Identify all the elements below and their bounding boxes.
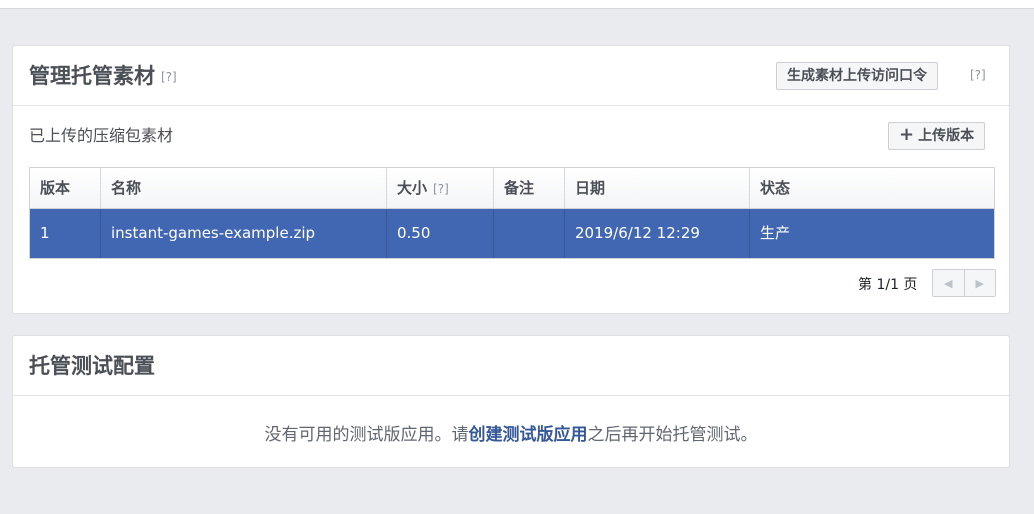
column-header-size[interactable]: 大小 [?]	[387, 168, 494, 208]
table-row[interactable]: 1 instant-games-example.zip 0.50 2019/6/…	[30, 209, 994, 258]
upload-version-label: 上传版本	[918, 128, 975, 144]
hosted-assets-panel: 管理托管素材 [?] 生成素材上传访问口令 [?] 已上传的压缩包素材 + 上传版本…	[12, 45, 1010, 314]
page-indicator: 第 1/1 页	[858, 277, 918, 293]
token-help-link[interactable]: [?]	[970, 68, 986, 82]
message-after-link: 之后再开始托管测试。	[587, 425, 758, 445]
next-page-button[interactable]: ▶	[965, 270, 996, 296]
cell-date: 2019/6/12 12:29	[565, 209, 750, 258]
generate-upload-token-button[interactable]: 生成素材上传访问口令	[776, 62, 938, 90]
cell-notes	[494, 209, 565, 258]
column-header-notes[interactable]: 备注	[494, 168, 565, 208]
column-header-status[interactable]: 状态	[750, 168, 994, 208]
triangle-left-icon: ◀	[944, 276, 953, 290]
size-help-link[interactable]: [?]	[433, 182, 449, 196]
hosted-testing-header: 托管测试配置	[13, 336, 1009, 396]
column-header-name[interactable]: 名称	[101, 168, 387, 208]
hosted-assets-header: 管理托管素材 [?] 生成素材上传访问口令 [?]	[13, 46, 1009, 106]
message-before-link: 没有可用的测试版应用。请	[264, 425, 469, 445]
upload-version-button[interactable]: + 上传版本	[888, 122, 986, 150]
cell-version: 1	[30, 209, 101, 258]
cell-status: 生产	[760, 224, 791, 242]
panel-title: 管理托管素材 [?]	[29, 62, 177, 91]
top-bar	[0, 0, 1034, 9]
no-test-apps-message: 没有可用的测试版应用。请创建测试版应用之后再开始托管测试。	[13, 420, 1009, 445]
create-test-app-link[interactable]: 创建测试版应用	[469, 425, 588, 445]
plus-icon: +	[899, 124, 915, 145]
cell-size: 0.50	[387, 209, 494, 258]
pagination-controls: ◀ ▶	[932, 269, 996, 297]
hosted-testing-title: 托管测试配置	[29, 354, 155, 378]
help-link[interactable]: [?]	[161, 70, 177, 84]
hosted-assets-title: 管理托管素材	[29, 64, 155, 88]
size-header-label: 大小	[397, 179, 428, 197]
previous-page-button[interactable]: ◀	[933, 270, 965, 296]
cell-name: instant-games-example.zip	[101, 209, 387, 258]
hosted-testing-panel: 托管测试配置 没有可用的测试版应用。请创建测试版应用之后再开始托管测试。	[12, 335, 1010, 468]
uploaded-bundles-subtitle: 已上传的压缩包素材	[29, 126, 174, 145]
triangle-right-icon: ▶	[975, 276, 984, 290]
column-header-date[interactable]: 日期	[565, 168, 750, 208]
assets-table: 版本 名称 大小 [?] 备注 日期 状态 1 instant-games-exa…	[29, 167, 995, 259]
column-header-version[interactable]: 版本	[30, 168, 101, 208]
table-header: 版本 名称 大小 [?] 备注 日期 状态	[30, 168, 994, 209]
